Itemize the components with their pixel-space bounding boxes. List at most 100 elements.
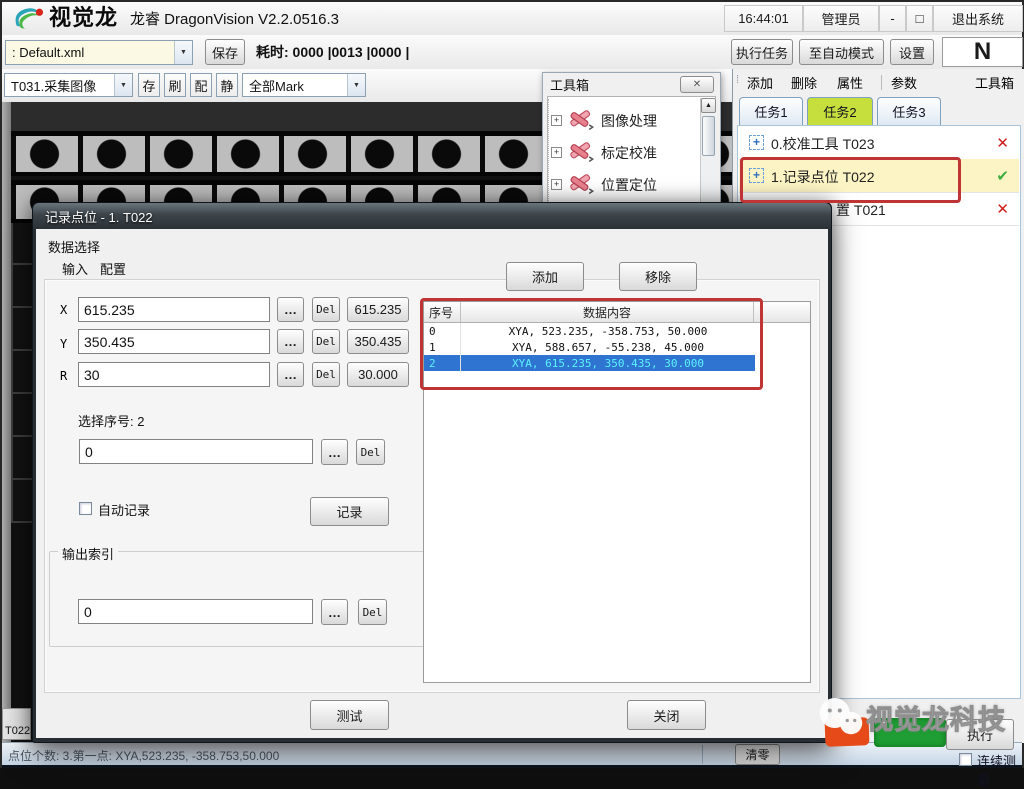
minimize-button[interactable]: - <box>879 5 906 32</box>
menu-properties[interactable]: 属性 <box>837 69 863 96</box>
browse-select-button[interactable]: … <box>321 439 348 465</box>
maximize-button[interactable]: □ <box>906 5 933 32</box>
config-file-dropdown[interactable]: : Default.xml ▼ <box>5 40 193 65</box>
remove-point-button[interactable]: 移除 <box>619 262 697 291</box>
scrollbar-thumb[interactable] <box>702 116 715 156</box>
tab-config[interactable]: 配置 <box>100 259 126 278</box>
user-role-button[interactable]: 管理员 <box>803 5 879 32</box>
toolbox-scrollbar[interactable]: ▲ <box>700 98 716 214</box>
cell-index: 1 <box>424 339 461 355</box>
fail-icon: ✕ <box>996 134 1009 152</box>
save-button[interactable]: 保存 <box>205 39 245 65</box>
crosshair-icon: + <box>749 135 764 150</box>
status-separator <box>702 745 703 764</box>
browse-r-button[interactable]: … <box>277 362 304 387</box>
browse-x-button[interactable]: … <box>277 297 304 322</box>
auto-record-label: 自动记录 <box>98 500 150 519</box>
config-image-button[interactable]: 配 <box>190 73 212 97</box>
record-point-dialog: 记录点位 - 1. T022 数据选择 输入 配置 X … Del 615.23… <box>32 202 832 743</box>
clear-button[interactable]: 清零 <box>735 744 780 765</box>
browse-output-button[interactable]: … <box>321 599 348 625</box>
table-row[interactable]: 0 XYA, 523.235, -358.753, 50.000 <box>424 323 755 339</box>
static-image-button[interactable]: 静 <box>216 73 238 97</box>
r-value-input[interactable] <box>78 362 270 387</box>
add-point-button[interactable]: 添加 <box>506 262 584 291</box>
tree-guide-line <box>548 99 550 213</box>
tab-input[interactable]: 输入 <box>62 259 88 278</box>
toolbox-item-calibration[interactable]: 标定校准 <box>601 143 657 163</box>
toolbox-item-image-processing[interactable]: 图像处理 <box>601 111 657 131</box>
pass-icon: ✔ <box>996 167 1009 185</box>
continuous-measure-label: 连续测量 <box>977 751 1022 789</box>
menu-toolbox[interactable]: 工具箱 <box>975 69 1014 96</box>
toolbox-window: 工具箱 ✕ + 图像处理 + 标定校准 + 位置定位 ▲ <box>542 72 721 218</box>
toolbox-item-positioning[interactable]: 位置定位 <box>601 175 657 195</box>
menu-delete[interactable]: 删除 <box>791 69 817 96</box>
cell-content: XYA, 523.235, -358.753, 50.000 <box>461 323 755 339</box>
continuous-measure-checkbox[interactable] <box>959 753 972 766</box>
cell-content: XYA, 588.657, -55.238, 45.000 <box>461 339 755 355</box>
select-index-label: 选择序号: 2 <box>78 411 144 430</box>
settings-button[interactable]: 设置 <box>890 39 934 65</box>
dialog-title: 记录点位 - 1. T022 <box>45 207 153 226</box>
refresh-image-button[interactable]: 刷 <box>164 73 186 97</box>
field-label-r: R <box>60 369 67 383</box>
drag-handle-icon: ⁞ <box>736 74 738 86</box>
delete-y-button[interactable]: Del <box>312 329 340 354</box>
expander-plus-icon[interactable]: + <box>551 147 562 158</box>
auto-mode-button[interactable]: 至自动模式 <box>799 39 884 65</box>
store-image-button[interactable]: 存 <box>138 73 160 97</box>
delete-r-button[interactable]: Del <box>312 362 340 387</box>
crosshair-icon: + <box>749 168 764 183</box>
table-row-selected[interactable]: 2 XYA, 615.235, 350.435, 30.000 <box>424 355 755 371</box>
mode-indicator: N <box>942 37 1023 67</box>
test-button[interactable]: 测试 <box>310 700 389 730</box>
delete-select-button[interactable]: Del <box>356 439 385 465</box>
table-row[interactable]: 1 XYA, 588.657, -55.238, 45.000 <box>424 339 755 355</box>
group-label-data-select: 数据选择 <box>48 237 100 256</box>
title-bar: 视觉龙 龙睿 DragonVision V2.2.0516.3 16:44:01… <box>2 2 1022 36</box>
chevron-down-icon[interactable]: ▼ <box>174 41 192 64</box>
tab-task2[interactable]: 任务2 <box>807 97 873 125</box>
cell-content: XYA, 615.235, 350.435, 30.000 <box>461 355 755 371</box>
task-row[interactable]: + 0.校准工具 T023 ✕ <box>739 126 1019 160</box>
delete-output-button[interactable]: Del <box>358 599 387 625</box>
dialog-title-bar[interactable]: 记录点位 - 1. T022 <box>33 203 831 229</box>
cell-index: 2 <box>424 355 461 371</box>
menu-parameters[interactable]: 参数 <box>891 69 917 96</box>
expander-plus-icon[interactable]: + <box>551 179 562 190</box>
record-button[interactable]: 记录 <box>310 497 389 526</box>
y-value-input[interactable] <box>78 329 270 354</box>
run-task-button[interactable]: 执行任务 <box>731 39 793 65</box>
exit-system-button[interactable]: 退出系统 <box>933 5 1023 32</box>
chevron-down-icon[interactable]: ▼ <box>114 74 132 96</box>
close-icon[interactable]: ✕ <box>680 76 714 93</box>
menu-add[interactable]: 添加 <box>747 69 773 96</box>
close-button[interactable]: 关闭 <box>627 700 706 730</box>
task-label: 0.校准工具 T023 <box>771 134 874 154</box>
point-data-table[interactable]: 序号 数据内容 0 XYA, 523.235, -358.753, 50.000… <box>423 301 811 683</box>
field-label-x: X <box>60 303 67 317</box>
delete-x-button[interactable]: Del <box>312 297 340 322</box>
expander-plus-icon[interactable]: + <box>551 115 562 126</box>
auto-record-checkbox[interactable] <box>79 502 92 515</box>
mark-filter-dropdown[interactable]: 全部Mark ▼ <box>242 73 366 97</box>
tab-task3[interactable]: 任务3 <box>877 97 941 125</box>
tool-category-icon <box>567 171 595 195</box>
tab-task1[interactable]: 任务1 <box>739 97 803 125</box>
output-index-input[interactable] <box>78 599 313 624</box>
header-index: 序号 <box>424 302 461 322</box>
execute-button[interactable]: 执行 <box>946 719 1014 750</box>
task-label: 置 T021 <box>836 200 886 220</box>
r-result-box: 30.000 <box>347 362 409 387</box>
chevron-down-icon[interactable]: ▼ <box>347 74 365 96</box>
x-result-box: 615.235 <box>347 297 409 322</box>
scroll-up-icon[interactable]: ▲ <box>701 98 716 113</box>
main-toolbar: : Default.xml ▼ 保存 耗时: 0000 |0013 |0000 … <box>2 35 1022 70</box>
x-value-input[interactable] <box>78 297 270 322</box>
image-source-dropdown[interactable]: T031.采集图像 ▼ <box>4 73 133 97</box>
app-window: 视觉龙 龙睿 DragonVision V2.2.0516.3 16:44:01… <box>0 0 1024 768</box>
task-row-selected[interactable]: + 1.记录点位 T022 ✔ <box>739 159 1019 193</box>
select-index-input[interactable] <box>79 439 313 464</box>
browse-y-button[interactable]: … <box>277 329 304 354</box>
